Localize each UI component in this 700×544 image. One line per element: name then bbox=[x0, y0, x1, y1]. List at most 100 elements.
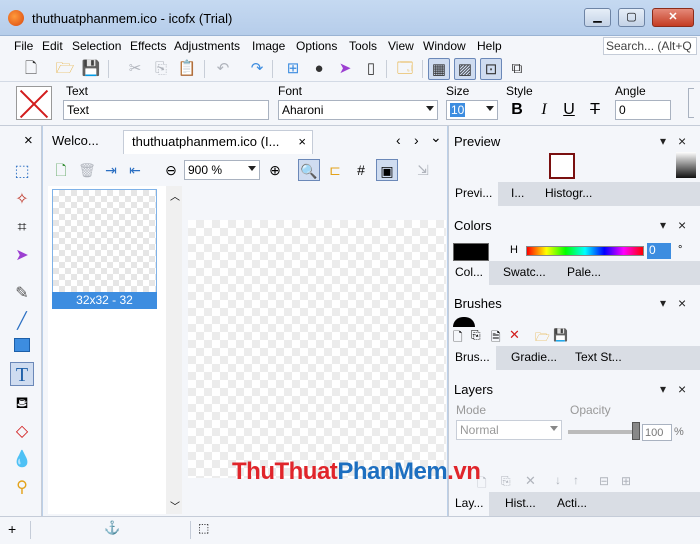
text-tool-icon[interactable]: T bbox=[10, 362, 34, 386]
tab-text-styles[interactable]: Text St... bbox=[575, 350, 622, 364]
menu-tools[interactable]: Tools bbox=[349, 39, 377, 53]
export-image-icon[interactable]: ⇤ bbox=[124, 159, 146, 181]
new-image-icon[interactable]: 🗋 bbox=[50, 159, 72, 181]
tab-preview[interactable]: Previ... bbox=[449, 182, 499, 206]
opacity-input[interactable]: 100 bbox=[642, 424, 672, 441]
hue-slider[interactable] bbox=[526, 246, 644, 256]
menu-help[interactable]: Help bbox=[477, 39, 502, 53]
tab-history[interactable]: Hist... bbox=[505, 496, 536, 510]
panel-menu-icon[interactable]: ▾ bbox=[660, 218, 666, 232]
cursor-icon[interactable]: ➤ bbox=[334, 58, 356, 80]
tab-welcome[interactable]: Welco... bbox=[52, 130, 99, 154]
hue-value-input[interactable]: 0 bbox=[647, 243, 671, 259]
underline-button[interactable]: U bbox=[559, 101, 579, 119]
tab-swatches[interactable]: Swatc... bbox=[503, 265, 546, 279]
copy-brush-icon[interactable]: ⎘ bbox=[471, 328, 481, 343]
close-icon[interactable]: × bbox=[24, 132, 33, 149]
delete-brush-icon[interactable]: ✕ bbox=[509, 327, 520, 343]
tab-palettes[interactable]: Pale... bbox=[567, 265, 601, 279]
bold-button[interactable]: B bbox=[507, 101, 527, 119]
menu-image[interactable]: Image bbox=[252, 39, 285, 53]
line-tool-icon[interactable]: ╱ bbox=[10, 310, 34, 334]
open-folder-icon[interactable]: 🗁 bbox=[54, 58, 76, 80]
move-layer-down-icon[interactable]: ↓ bbox=[555, 473, 561, 487]
tab-histogram[interactable]: Histogr... bbox=[545, 186, 592, 200]
image-canvas[interactable] bbox=[188, 220, 446, 478]
zoom-select[interactable]: 900 % bbox=[184, 160, 260, 180]
delete-layer-icon[interactable]: ✕ bbox=[525, 473, 536, 489]
rectangle-tool-icon[interactable] bbox=[10, 336, 34, 360]
merge-layer-icon[interactable]: ⊟ bbox=[599, 474, 609, 488]
layers-icon[interactable]: ⧉ bbox=[506, 58, 528, 80]
tab-gradients[interactable]: Gradie... bbox=[511, 350, 557, 364]
panel-menu-icon[interactable]: ▾ bbox=[660, 296, 666, 310]
zoom-in-icon[interactable]: ⊕ bbox=[264, 159, 286, 181]
menu-adjustments[interactable]: Adjustments bbox=[174, 39, 240, 53]
menu-selection[interactable]: Selection bbox=[72, 39, 121, 53]
opacity-slider-thumb[interactable] bbox=[632, 422, 640, 440]
new-file-icon[interactable]: 🗋 bbox=[20, 58, 42, 80]
magnifier-icon[interactable]: 🔍 bbox=[298, 159, 320, 181]
import-image-icon[interactable]: ⇥ bbox=[100, 159, 122, 181]
maximize-button[interactable]: ▢ bbox=[618, 8, 645, 27]
preview-pane-icon[interactable]: ▣ bbox=[376, 159, 398, 181]
flatten-layer-icon[interactable]: ⊞ bbox=[621, 474, 631, 488]
magic-wand-icon[interactable]: ✧ bbox=[10, 188, 34, 212]
duplicate-layer-icon[interactable]: ⎘ bbox=[501, 474, 511, 489]
tab-info[interactable]: I... bbox=[511, 186, 524, 200]
menu-edit[interactable]: Edit bbox=[42, 39, 63, 53]
save-brush-icon[interactable]: 💾 bbox=[553, 328, 568, 342]
tab-list-icon[interactable]: ⌄ bbox=[430, 129, 442, 146]
redo-icon[interactable]: ↷ bbox=[246, 58, 268, 80]
cut-icon[interactable]: ✂ bbox=[124, 58, 146, 80]
move-tool-icon[interactable]: ➤ bbox=[10, 244, 34, 268]
eyedropper-icon[interactable]: ⚲ bbox=[10, 476, 34, 500]
minimize-button[interactable]: ▁ bbox=[584, 8, 611, 27]
menu-window[interactable]: Window bbox=[423, 39, 466, 53]
thumbnail-scrollbar[interactable]: ︿ ﹀ bbox=[166, 186, 182, 514]
save-icon[interactable]: 💾 bbox=[80, 58, 102, 80]
panel-close-icon[interactable]: × bbox=[678, 295, 686, 311]
copy-icon[interactable]: ⎘ bbox=[150, 58, 172, 80]
primary-color-swatch[interactable] bbox=[453, 243, 489, 261]
grid-view-icon[interactable]: ⊡ bbox=[480, 58, 502, 80]
eraser-icon[interactable]: ◇ bbox=[10, 420, 34, 444]
tab-colors[interactable]: Col... bbox=[449, 261, 490, 285]
scroll-down-icon[interactable]: ﹀ bbox=[170, 498, 180, 513]
tab-document[interactable]: thuthuatphanmem.ico (I... × bbox=[123, 130, 313, 154]
delete-image-icon[interactable]: 🗑 bbox=[76, 159, 98, 181]
close-tab-icon[interactable]: × bbox=[298, 131, 306, 153]
fill-bucket-icon[interactable]: ⛾ bbox=[10, 392, 34, 416]
tab-scroll-left-icon[interactable]: ‹ bbox=[396, 132, 401, 148]
size-select[interactable]: 10 bbox=[446, 100, 498, 120]
panel-close-icon[interactable]: × bbox=[678, 133, 686, 149]
mobile-icon[interactable]: ▯ bbox=[360, 58, 382, 80]
tab-actions[interactable]: Acti... bbox=[557, 496, 587, 510]
menu-view[interactable]: View bbox=[388, 39, 414, 53]
batch-icon[interactable]: 🗔 bbox=[394, 58, 416, 80]
tab-brushes[interactable]: Brus... bbox=[449, 346, 496, 370]
zoom-out-icon[interactable]: ⊖ bbox=[160, 159, 182, 181]
close-window-button[interactable]: ✕ bbox=[652, 8, 694, 27]
opacity-slider-track[interactable] bbox=[568, 430, 638, 434]
menu-options[interactable]: Options bbox=[296, 39, 337, 53]
panel-menu-icon[interactable]: ▾ bbox=[660, 134, 666, 148]
paste-icon[interactable]: 📋 bbox=[176, 58, 198, 80]
windows-icon[interactable]: ⊞ bbox=[282, 58, 304, 80]
apple-icon[interactable]: ● bbox=[308, 58, 330, 80]
font-select[interactable]: Aharoni bbox=[278, 100, 438, 120]
menu-effects[interactable]: Effects bbox=[130, 39, 166, 53]
icon-format-thumbnail[interactable] bbox=[52, 189, 157, 309]
tab-scroll-right-icon[interactable]: › bbox=[414, 132, 419, 148]
transparency-icon[interactable]: ▨ bbox=[454, 58, 476, 80]
export-disabled-icon[interactable]: ⇲ bbox=[412, 159, 434, 181]
tab-layers[interactable]: Lay... bbox=[449, 492, 490, 516]
text-input[interactable]: Text bbox=[63, 100, 269, 120]
panel-menu-icon[interactable]: ▾ bbox=[660, 382, 666, 396]
blend-mode-select[interactable]: Normal bbox=[456, 420, 562, 440]
panel-close-icon[interactable]: × bbox=[678, 217, 686, 233]
move-layer-up-icon[interactable]: ↑ bbox=[573, 473, 579, 487]
scroll-up-icon[interactable]: ︿ bbox=[170, 188, 180, 203]
checkerboard-icon[interactable]: ▦ bbox=[428, 58, 450, 80]
italic-button[interactable]: I bbox=[534, 101, 554, 119]
